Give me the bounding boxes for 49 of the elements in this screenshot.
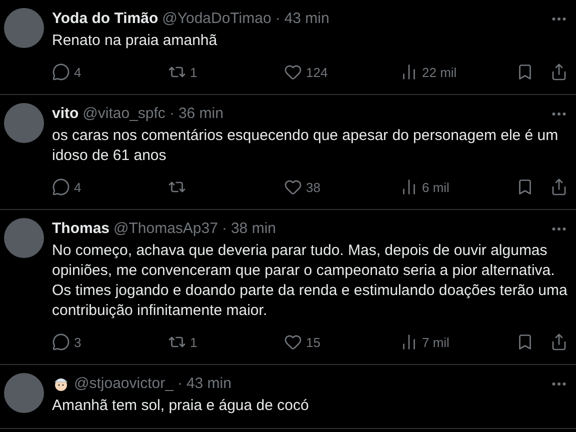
views-button[interactable]: 22 mil [400,62,457,82]
display-name[interactable]: Yoda do Timão [52,8,158,30]
share-icon[interactable] [550,333,568,352]
post-time: 36 min [178,104,224,124]
bar-chart-icon[interactable] [400,63,418,82]
post-text: os caras nos comentários esquecendo que apesar do personagem ele é um idoso de 61 anos [52,126,560,166]
user-handle[interactable]: @YodaDoTimao [162,8,272,30]
heart-icon[interactable] [284,178,302,196]
separator-dot: · [169,104,174,124]
bookmark-icon[interactable] [516,178,534,196]
speech-bubble-icon[interactable] [52,178,70,196]
share-icon[interactable] [550,63,568,82]
post-text: Amanhã tem sol, praia e água de cocó [52,396,310,416]
views-button[interactable]: 6 mil [400,178,450,197]
avatar-image[interactable] [4,103,44,143]
bookmark-icon[interactable] [516,63,534,82]
separator-dot: · [177,374,182,394]
separator-dot: · [222,219,227,239]
post-time: 43 min [284,9,330,29]
bar-chart-icon[interactable] [400,178,418,196]
reply-button[interactable]: 4 [52,62,82,82]
bookmark-icon[interactable] [516,333,534,352]
speech-bubble-icon[interactable] [52,63,70,82]
share-icon[interactable] [550,178,568,196]
retweet-button[interactable]: 1 [168,332,198,352]
avatar-image[interactable] [4,218,44,258]
post-time: 38 min [230,219,276,239]
avatar-image[interactable] [4,373,44,413]
avatar-image[interactable] [4,8,44,48]
post-text: Renato na praia amanhã [52,30,218,50]
views-button[interactable]: 7 mil [400,332,450,352]
speech-bubble-icon[interactable] [52,333,70,352]
user-handle[interactable]: @ThomasAp37 [114,218,218,240]
post-text: No começo, achava que deveria parar tudo. Mas, depois de ouvir algumas opiniões, me convenceram que parar o campeonato seria a pior alternativa. Os times jogando e doando parte da renda e estimulando doações terão uma contribuição infinitamente maior. [52,240,568,320]
reply-button[interactable]: 4 [52,178,82,197]
heart-icon[interactable] [284,333,302,352]
post-time: 43 min [186,374,232,394]
user-handle[interactable]: @stjoaovictor_ [74,373,174,396]
like-button[interactable]: 124 [284,62,328,82]
like-button[interactable]: 38 [284,178,320,197]
like-button[interactable]: 15 [284,332,320,352]
bar-chart-icon[interactable] [400,333,418,352]
user-handle[interactable]: @vitao_spfc [82,103,166,126]
heart-icon[interactable] [284,63,302,82]
display-name[interactable]: Thomas [52,218,110,240]
display-name[interactable]: vito [52,103,79,126]
separator-dot: · [275,9,280,29]
retweet-button[interactable]: 1 [168,62,198,82]
reply-button[interactable]: 3 [52,332,82,352]
